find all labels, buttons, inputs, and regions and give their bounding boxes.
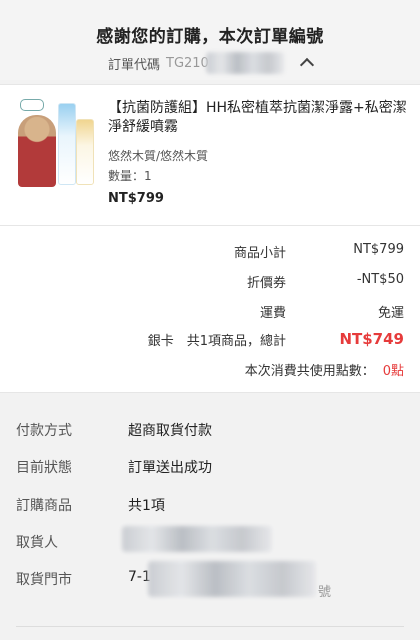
product-card[interactable]: 【抗菌防護組】HH私密植萃抗菌潔淨露+私密潔淨舒緩噴霧 悠然木質/悠然木質 數量… [0, 84, 420, 226]
total-label: 銀卡 共1項商品，總計 [147, 334, 286, 349]
shipping-value: 免運 [377, 306, 404, 321]
points-row: 本次消費共使用點數： 0點 [0, 360, 404, 379]
product-quantity: 數量：1 [108, 167, 152, 184]
coupon-value: -NT$50 [356, 272, 404, 287]
status-row: 目前狀態 訂單送出成功 [0, 457, 420, 479]
coupon-row: 折價券 -NT$50 [0, 272, 420, 292]
chevron-up-icon[interactable] [299, 57, 315, 73]
payment-row: 付款方式 超商取貨付款 [0, 420, 420, 442]
subtotal-value: NT$799 [353, 242, 404, 257]
subtotal-label: 商品小計 [233, 246, 286, 261]
coupon-label: 折價券 [246, 276, 286, 291]
order-code-row[interactable]: 訂單代碼 TG210 [0, 51, 420, 74]
total-value: NT$749 [339, 330, 404, 348]
shipping-row: 運費 免運 [0, 302, 420, 322]
recipient-row: 取貨人 [0, 526, 420, 554]
items-label: 訂購商品 [16, 498, 72, 514]
product-thumbnail[interactable] [16, 97, 98, 192]
status-label: 目前狀態 [16, 460, 72, 476]
items-row: 訂購商品 共1項 [0, 495, 420, 517]
thank-you-title: 感謝您的訂購，本次訂單編號 [96, 27, 324, 47]
recipient-label: 取貨人 [16, 535, 58, 551]
total-row: 銀卡 共1項商品，總計 NT$749 [0, 330, 420, 350]
product-brand: 悠然木質/悠然木質 [108, 149, 209, 163]
store-row: 取貨門市 7-1 號 [0, 561, 420, 600]
brand-logo [20, 99, 44, 111]
subtotal-row: 商品小計 NT$799 [0, 242, 420, 262]
product-bottle-image [58, 103, 76, 185]
recipient-redaction [122, 526, 272, 552]
quantity-value: 1 [144, 169, 152, 183]
order-code-visible: TG210 [166, 55, 209, 71]
order-header: 感謝您的訂購，本次訂單編號 訂單代碼 TG210 [0, 0, 420, 80]
quantity-label: 數量： [108, 169, 145, 183]
points-label: 本次消費共使用點數： [244, 364, 375, 379]
payment-value: 超商取貨付款 [128, 423, 212, 439]
items-value: 共1項 [128, 498, 165, 514]
product-spray-image [76, 119, 94, 185]
store-label: 取貨門市 [16, 572, 72, 588]
order-summary: 商品小計 NT$799 折價券 -NT$50 運費 免運 銀卡 共1項商品，總計… [0, 226, 420, 393]
order-code-redaction [206, 51, 284, 74]
status-value: 訂單送出成功 [128, 460, 212, 476]
product-price: NT$799 [108, 191, 164, 206]
store-suffix: 號 [318, 585, 332, 600]
order-code-value: TG210 [166, 51, 296, 74]
order-info: 付款方式 超商取貨付款 目前狀態 訂單送出成功 訂購商品 共1項 取貨人 取貨門… [0, 400, 420, 640]
store-redaction [148, 561, 316, 597]
points-value: 0點 [382, 364, 404, 379]
order-code-label: 訂單代碼 [107, 57, 160, 73]
divider [16, 626, 404, 627]
shipping-label: 運費 [259, 306, 286, 321]
payment-label: 付款方式 [16, 423, 72, 439]
product-name[interactable]: 【抗菌防護組】HH私密植萃抗菌潔淨露+私密潔淨舒緩噴霧 [108, 99, 408, 137]
model-image [18, 115, 56, 187]
